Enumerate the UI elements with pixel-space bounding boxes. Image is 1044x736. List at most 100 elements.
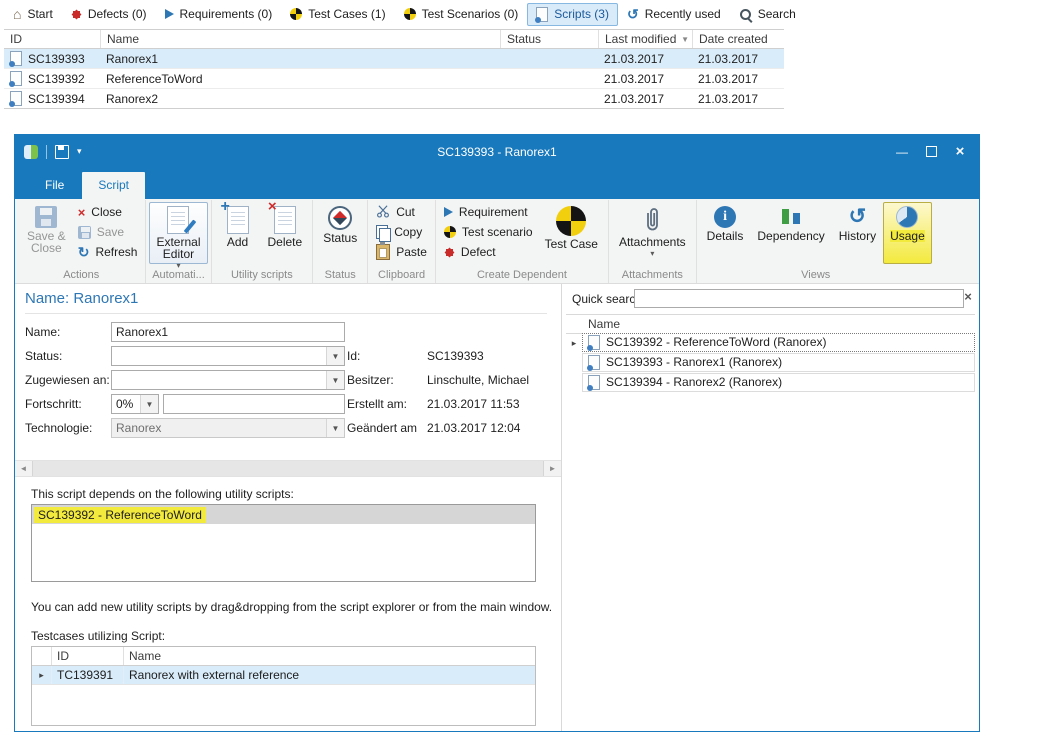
cell-date-created: 21.03.2017 — [692, 89, 784, 108]
quick-search-label: Quick search — [572, 292, 642, 306]
status-button[interactable]: Status — [316, 202, 364, 264]
quick-access-caret-icon[interactable]: ▾ — [77, 146, 82, 157]
tab-requirements[interactable]: Requirements (0) — [156, 3, 282, 26]
quick-save-icon[interactable] — [55, 145, 69, 159]
panel-close-button[interactable]: × — [961, 289, 975, 304]
filter-dropdown-icon[interactable]: ▼ — [681, 35, 689, 44]
quick-search-input[interactable] — [634, 289, 964, 308]
col-header-date-created[interactable]: Date created — [692, 30, 784, 48]
ribbon-group-create-dependent: Requirement Test scenario Defect Test Ca… — [435, 200, 608, 283]
tab-label: Defects (0) — [88, 7, 147, 21]
paste-button[interactable]: Paste — [373, 244, 430, 260]
group-label-actions: Actions — [20, 267, 142, 283]
scrollbar-thumb[interactable] — [32, 461, 544, 476]
tab-label: Search — [758, 7, 796, 21]
testcase-id-cell: TC139391 — [52, 666, 124, 684]
usage-button[interactable]: Usage — [883, 202, 932, 264]
usage-row[interactable]: SC139394 - Ranorex2 (Ranorex) — [566, 372, 975, 392]
refresh-button[interactable]: ↻ Refresh — [75, 244, 141, 260]
cut-button[interactable]: Cut — [373, 204, 430, 220]
close-window-button[interactable]: × — [947, 141, 973, 163]
status-combobox[interactable]: ▼ — [111, 346, 345, 366]
search-icon — [739, 8, 752, 21]
tab-start[interactable]: ⌂ Start — [4, 3, 62, 26]
usage-row-label: SC139393 - Ranorex1 (Ranorex) — [606, 355, 782, 369]
progress-combobox-value: 0% — [112, 397, 140, 411]
scroll-right-button[interactable]: ► — [544, 461, 561, 476]
tab-file[interactable]: File — [29, 172, 80, 199]
horizontal-scrollbar[interactable]: ◄ ► — [15, 460, 561, 477]
dropdown-arrow-icon[interactable]: ▼ — [326, 371, 344, 389]
cell-id: SC139392 — [4, 69, 100, 88]
id-value: SC139393 — [427, 346, 484, 366]
progress-note-input[interactable] — [163, 394, 345, 414]
tab-scripts[interactable]: Scripts (3) — [527, 3, 618, 26]
tab-defects[interactable]: Defects (0) — [62, 3, 156, 26]
utility-script-item[interactable]: SC139392 - ReferenceToWord — [32, 505, 535, 524]
usage-row[interactable]: ▸ SC139392 - ReferenceToWord (Ranorex) — [566, 332, 975, 352]
col-header-id[interactable]: ID — [4, 30, 100, 48]
usage-name-header[interactable]: Name — [588, 317, 620, 331]
create-test-scenario-button[interactable]: Test scenario — [441, 224, 536, 240]
col-header-status[interactable]: Status — [500, 30, 598, 48]
testcases-col-id[interactable]: ID — [52, 647, 124, 665]
assigned-to-combobox[interactable]: ▼ — [111, 370, 345, 390]
close-button[interactable]: × Close — [75, 204, 141, 220]
dependency-button[interactable]: Dependency — [750, 202, 831, 264]
progress-combobox[interactable]: 0% ▼ — [111, 394, 159, 414]
grid-row[interactable]: SC139394 Ranorex2 21.03.2017 21.03.2017 — [4, 89, 784, 109]
separator — [46, 145, 47, 159]
details-button[interactable]: i Details — [700, 202, 751, 264]
refresh-icon: ↻ — [78, 245, 90, 259]
titlebar[interactable]: ▾ SC139393 - Ranorex1 — × — [15, 135, 979, 168]
attachments-button[interactable]: Attachments ▾ — [612, 202, 693, 264]
window-title: SC139393 - Ranorex1 — [15, 145, 979, 159]
main-tab-strip: ⌂ Start Defects (0) Requirements (0) Tes… — [4, 2, 805, 26]
add-utility-script-button[interactable]: + Add — [215, 202, 261, 264]
usage-row[interactable]: SC139393 - Ranorex1 (Ranorex) — [566, 352, 975, 372]
create-test-case-button[interactable]: Test Case — [538, 202, 605, 264]
quick-access-toolbar: ▾ — [15, 145, 82, 159]
tab-label: Test Cases (1) — [308, 7, 385, 21]
delete-utility-script-button[interactable]: × Delete — [261, 202, 310, 264]
details-pane: Name: Ranorex1 Name: Status: ▼ Id: SC139… — [15, 284, 561, 731]
tab-test-cases[interactable]: Test Cases (1) — [281, 3, 394, 26]
tab-label: Test Scenarios (0) — [422, 7, 519, 21]
tab-search[interactable]: Search — [730, 3, 805, 26]
copy-button[interactable]: Copy — [373, 224, 430, 240]
history-button[interactable]: ↺ History — [832, 202, 883, 264]
maximize-button[interactable] — [918, 141, 944, 163]
script-icon — [10, 91, 22, 106]
col-header-last-modified[interactable]: Last modified ▼ — [598, 30, 692, 48]
tab-recently-used[interactable]: ↺ Recently used — [618, 3, 730, 26]
history-icon: ↺ — [849, 206, 867, 228]
save-button: Save — [75, 224, 141, 240]
tab-script[interactable]: Script — [82, 172, 145, 199]
testcase-row[interactable]: ▸ TC139391 Ranorex with external referen… — [32, 666, 535, 685]
name-input[interactable] — [111, 322, 345, 342]
drag-drop-hint: You can add new utility scripts by drag&… — [31, 600, 555, 614]
cell-last-modified: 21.03.2017 — [598, 89, 692, 108]
scripts-grid: ID Name Status Last modified ▼ Date crea… — [4, 29, 784, 109]
grid-row[interactable]: SC139393 Ranorex1 21.03.2017 21.03.2017 — [4, 49, 784, 69]
scroll-left-button[interactable]: ◄ — [15, 461, 32, 476]
minimize-button[interactable]: — — [889, 141, 915, 163]
grid-row[interactable]: SC139392 ReferenceToWord 21.03.2017 21.0… — [4, 69, 784, 89]
script-editor-window: ▾ SC139393 - Ranorex1 — × File Script Sa… — [14, 134, 980, 732]
ribbon-group-views: i Details Dependency ↺ History Usage Vie… — [696, 200, 935, 283]
expand-cell[interactable]: ▸ — [32, 666, 52, 684]
copy-icon — [376, 225, 388, 239]
utility-scripts-listbox: SC139392 - ReferenceToWord — [31, 504, 536, 582]
cell-name: Ranorex2 — [100, 89, 500, 108]
tab-test-scenarios[interactable]: Test Scenarios (0) — [395, 3, 528, 26]
create-requirement-button[interactable]: Requirement — [441, 204, 536, 220]
testcases-col-name[interactable]: Name — [124, 647, 535, 665]
col-header-name[interactable]: Name — [100, 30, 500, 48]
dropdown-arrow-icon[interactable]: ▼ — [326, 347, 344, 365]
status-label: Status: — [25, 346, 62, 366]
home-icon: ⌂ — [13, 7, 21, 21]
external-editor-button[interactable]: ExternalEditor ▾ — [149, 202, 207, 264]
expand-arrow-icon: ▸ — [572, 338, 577, 348]
create-defect-button[interactable]: Defect — [441, 244, 536, 260]
dropdown-arrow-icon[interactable]: ▼ — [140, 395, 158, 413]
